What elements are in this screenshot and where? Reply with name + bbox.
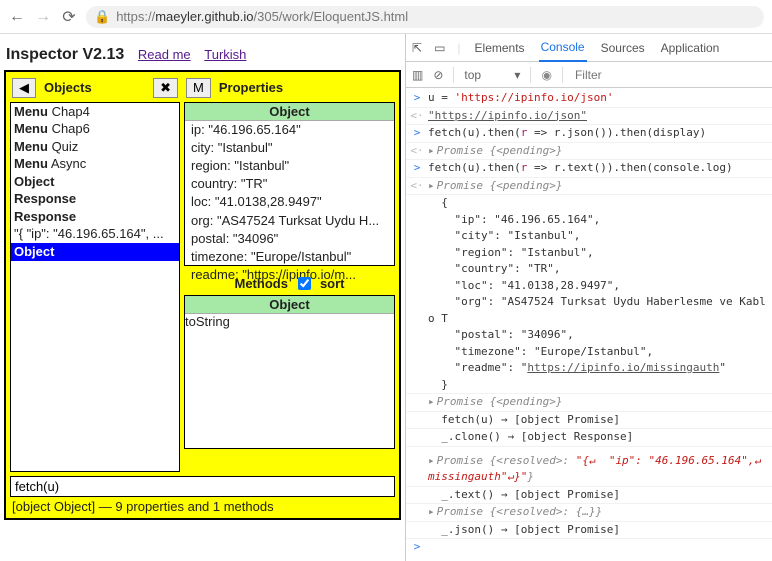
console-line: <·▸Promise {<pending>} (406, 143, 772, 161)
property-line[interactable]: ip: "46.196.65.164" (188, 121, 391, 139)
console-toolbar: ▥ ⊘ top ▾ ◉ (406, 62, 772, 88)
console-prompt[interactable]: > (406, 539, 772, 556)
back-icon[interactable]: ← (8, 8, 26, 26)
page-content: Inspector V2.13 Read me Turkish ◀ Object… (0, 34, 405, 561)
status-text: [object Object] — 9 properties and 1 met… (10, 497, 395, 514)
object-header: Object (185, 296, 394, 314)
property-line[interactable]: region: "Istanbul" (188, 157, 391, 175)
property-line[interactable]: country: "TR" (188, 175, 391, 193)
properties-label: Properties (219, 80, 283, 95)
property-line[interactable]: loc: "41.0138,28.9497" (188, 193, 391, 211)
console-line: { "ip": "46.196.65.164", "city": "Istanb… (406, 195, 772, 394)
list-item[interactable]: "{ "ip": "46.196.65.164", ... (11, 225, 179, 243)
console-output[interactable]: >u = 'https://ipinfo.io/json'<·"https://… (406, 88, 772, 561)
console-line: ▸Promise {<pending>} (406, 394, 772, 412)
property-line[interactable]: timezone: "Europe/Istanbul" (188, 248, 391, 266)
tab-elements[interactable]: Elements (473, 35, 527, 61)
property-line[interactable]: org: "AS47524 Turksat Uydu H... (188, 212, 391, 230)
tab-console[interactable]: Console (539, 34, 587, 62)
prev-button[interactable]: ◀ (12, 78, 36, 98)
console-line: >fetch(u).then(r => r.text()).then(conso… (406, 160, 772, 178)
console-line: _.text() → [object Promise] (406, 487, 772, 505)
tab-sources[interactable]: Sources (599, 35, 647, 61)
list-item[interactable]: Object (11, 243, 179, 261)
properties-panel[interactable]: Object ip: "46.196.65.164"city: "Istanbu… (184, 102, 395, 266)
reload-icon[interactable]: ⟳ (60, 8, 78, 26)
context-selector[interactable]: top ▾ (464, 68, 520, 82)
inspector-box: ◀ Objects ✖ Menu Chap4Menu Chap6Menu Qui… (4, 70, 401, 520)
console-line: <·"https://ipinfo.io/json" (406, 108, 772, 126)
lock-icon: 🔒 (94, 9, 110, 25)
sort-checkbox[interactable] (298, 277, 311, 290)
object-header: Object (185, 103, 394, 121)
list-item[interactable]: Menu Chap4 (11, 103, 179, 121)
list-item[interactable]: Response (11, 208, 179, 226)
m-button[interactable]: M (186, 78, 211, 98)
console-line: fetch(u) → [object Promise] (406, 412, 772, 430)
methods-panel[interactable]: Object toString (184, 295, 395, 449)
list-item[interactable]: Menu Chap6 (11, 120, 179, 138)
list-item[interactable]: Menu Quiz (11, 138, 179, 156)
console-line: >fetch(u).then(r => r.json()).then(displ… (406, 125, 772, 143)
list-item[interactable]: Object (11, 173, 179, 191)
url-scheme: https:// (116, 9, 155, 24)
list-item[interactable]: Response (11, 190, 179, 208)
page-title: Inspector V2.13 (6, 46, 124, 63)
device-toggle-icon[interactable]: ▭ (434, 41, 445, 55)
list-item[interactable]: Menu Async (11, 155, 179, 173)
console-line: _.json() → [object Promise] (406, 522, 772, 540)
console-line: ▸Promise {<resolved>: {…}} (406, 504, 772, 522)
browser-toolbar: ← → ⟳ 🔒 https://maeyler.github.io/305/wo… (0, 0, 772, 34)
close-button[interactable]: ✖ (153, 78, 178, 98)
property-line[interactable]: city: "Istanbul" (188, 139, 391, 157)
inspect-element-icon[interactable]: ⇱ (412, 41, 422, 55)
method-line[interactable]: toString (185, 314, 394, 329)
console-line: <·▸Promise {<pending>} (406, 178, 772, 196)
filter-input[interactable] (573, 67, 766, 83)
tab-application[interactable]: Application (659, 35, 722, 61)
url-path: /305/work/EloquentJS.html (254, 9, 409, 24)
console-line: >u = 'https://ipinfo.io/json' (406, 90, 772, 108)
address-bar[interactable]: 🔒 https://maeyler.github.io/305/work/Elo… (86, 6, 764, 28)
property-line[interactable]: postal: "34096" (188, 230, 391, 248)
clear-console-icon[interactable]: ⊘ (433, 68, 443, 82)
devtools-tabs: ⇱ ▭ | Elements Console Sources Applicati… (406, 34, 772, 62)
link-turkish[interactable]: Turkish (204, 47, 246, 62)
url-host: maeyler.github.io (155, 9, 253, 24)
link-readme[interactable]: Read me (138, 47, 191, 62)
objects-list[interactable]: Menu Chap4Menu Chap6Menu QuizMenu AsyncO… (10, 102, 180, 472)
methods-label: Methods (234, 276, 287, 291)
console-line: ▸Promise {<resolved>: "{↵ "ip": "46.196.… (406, 453, 772, 487)
console-line: _.clone() → [object Response] (406, 429, 772, 447)
expression-input[interactable] (10, 476, 395, 497)
forward-icon[interactable]: → (34, 8, 52, 26)
sort-label: sort (320, 276, 345, 291)
sidebar-toggle-icon[interactable]: ▥ (412, 68, 423, 82)
live-expression-icon[interactable]: ◉ (541, 68, 551, 82)
devtools-panel: ⇱ ▭ | Elements Console Sources Applicati… (405, 34, 772, 561)
objects-label: Objects (44, 80, 92, 95)
console-input[interactable] (428, 539, 768, 554)
